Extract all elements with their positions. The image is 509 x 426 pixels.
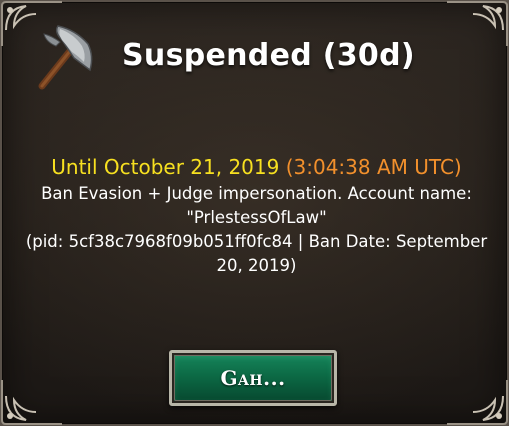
suspension-reason: Ban Evasion + Judge impersonation. Accou… <box>41 184 472 203</box>
corner-ornament <box>447 1 508 46</box>
suspension-details-cont: 20, 2019) <box>216 256 297 275</box>
until-date: Until October 21, 2019 <box>51 155 280 179</box>
corner-ornament <box>1 380 62 425</box>
until-time: (3:04:38 AM UTC) <box>285 155 462 179</box>
battle-axe-icon <box>38 25 93 90</box>
until-line: Until October 21, 2019 (3:04:38 AM UTC) <box>12 152 501 182</box>
gah-button[interactable]: Gah... <box>169 350 337 406</box>
gah-button-label: Gah... <box>220 366 286 390</box>
suspension-details: (pid: 5cf38c7968f09b051ff0fc84 | Ban Dat… <box>25 232 488 251</box>
dialog-title: Suspended (30d) <box>122 38 415 73</box>
account-name: "PrlestessOfLaw" <box>186 208 327 227</box>
suspension-dialog: Suspended (30d) Until October 21, 2019 (… <box>0 0 509 426</box>
suspension-message: Until October 21, 2019 (3:04:38 AM UTC) … <box>12 152 501 278</box>
corner-ornament <box>447 380 508 425</box>
